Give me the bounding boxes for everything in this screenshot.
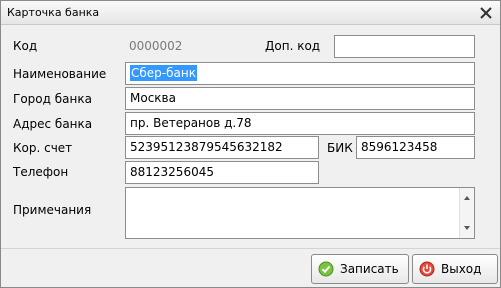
address-field[interactable]: пр. Ветеранов д.78 <box>125 112 475 135</box>
check-circle-icon <box>318 261 334 277</box>
code-label: Код <box>13 39 38 53</box>
name-label: Наименование <box>13 67 107 81</box>
notes-scrollbar[interactable] <box>459 188 474 238</box>
exit-button[interactable]: Выход <box>412 254 498 284</box>
scroll-up-icon[interactable] <box>464 196 470 200</box>
extra-code-label: Доп. код <box>265 39 321 53</box>
close-icon[interactable] <box>478 5 494 21</box>
save-button-label: Записать <box>340 262 399 276</box>
scroll-down-icon[interactable] <box>464 226 470 230</box>
corr-account-field[interactable]: 52395123879545632182 <box>125 136 319 159</box>
phone-field[interactable]: 88123256045 <box>125 161 319 184</box>
phone-label: Телефон <box>13 165 69 179</box>
extra-code-field[interactable] <box>334 35 475 58</box>
corr-account-label: Кор. счет <box>13 141 73 155</box>
exit-button-label: Выход <box>441 262 482 276</box>
window-title: Карточка банка <box>7 6 100 19</box>
city-label: Город банка <box>13 92 92 106</box>
city-field[interactable]: Москва <box>125 87 475 110</box>
address-label: Адрес банка <box>13 117 93 131</box>
code-value: 0000002 <box>129 39 183 53</box>
bank-card-window: Карточка банка Код 0000002 Доп. код Наим… <box>0 0 501 288</box>
bik-label: БИК <box>327 141 353 155</box>
name-value: Сбер-банк <box>130 65 197 81</box>
title-bar[interactable]: Карточка банка <box>1 1 500 25</box>
power-icon <box>419 261 435 277</box>
bik-field[interactable]: 8596123458 <box>356 136 475 159</box>
save-button[interactable]: Записать <box>311 254 409 284</box>
notes-label: Примечания <box>13 203 92 217</box>
name-field[interactable]: Сбер-банк <box>125 62 475 85</box>
notes-textarea[interactable] <box>125 187 475 239</box>
